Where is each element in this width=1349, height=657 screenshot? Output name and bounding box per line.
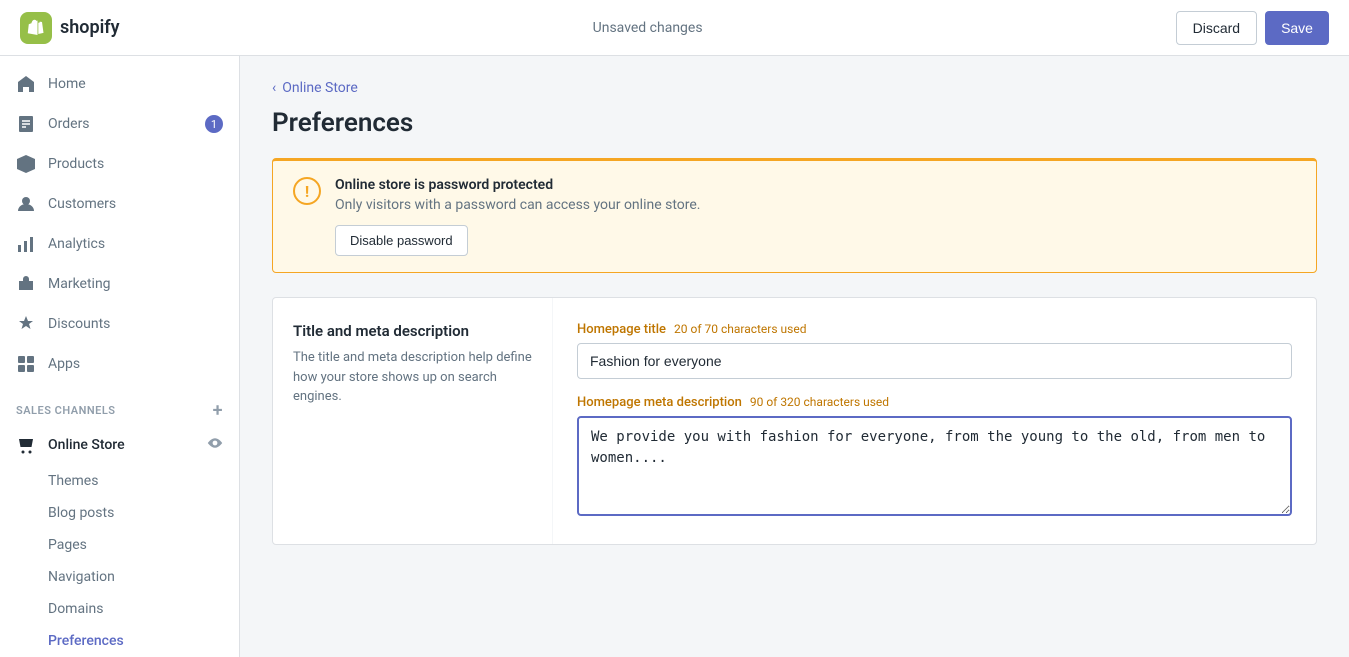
sidebar-item-marketing[interactable]: Marketing — [0, 264, 239, 304]
breadcrumb-parent: Online Store — [282, 80, 358, 96]
title-meta-section: Title and meta description The title and… — [272, 297, 1317, 545]
apps-icon — [16, 354, 36, 374]
sidebar-nav: Home Orders 1 Products — [0, 56, 239, 657]
sidebar-item-customers-label: Customers — [48, 196, 223, 212]
online-store-eye-icon[interactable] — [207, 435, 223, 455]
sidebar-item-discounts[interactable]: Discounts — [0, 304, 239, 344]
unsaved-status: Unsaved changes — [593, 20, 703, 36]
warning-description: Only visitors with a password can access… — [335, 197, 1296, 213]
sidebar-item-analytics[interactable]: Analytics — [0, 224, 239, 264]
main-content: ‹ Online Store Preferences ! Online stor… — [240, 56, 1349, 657]
sidebar-item-analytics-label: Analytics — [48, 236, 223, 252]
sidebar-item-apps-label: Apps — [48, 356, 223, 372]
sidebar-item-home-label: Home — [48, 76, 223, 92]
homepage-title-label-row: Homepage title 20 of 70 characters used — [577, 322, 1292, 337]
sidebar-item-apps[interactable]: Apps — [0, 344, 239, 384]
discounts-icon — [16, 314, 36, 334]
warning-content: Online store is password protected Only … — [335, 177, 1296, 256]
section-inner: Title and meta description The title and… — [273, 298, 1316, 544]
sidebar-item-online-store[interactable]: Online Store — [0, 425, 239, 465]
marketing-icon — [16, 274, 36, 294]
customers-icon — [16, 194, 36, 214]
shopify-logo-icon — [20, 12, 52, 44]
topbar: shopify Unsaved changes Discard Save — [0, 0, 1349, 56]
online-store-icon — [16, 435, 36, 455]
homepage-meta-label: Homepage meta description — [577, 395, 742, 410]
sidebar-item-themes[interactable]: Themes — [0, 465, 239, 497]
section-left: Title and meta description The title and… — [273, 298, 553, 544]
online-store-actions — [207, 435, 223, 455]
products-icon — [16, 154, 36, 174]
add-sales-channel-button[interactable]: + — [213, 400, 223, 421]
discard-button[interactable]: Discard — [1176, 11, 1257, 45]
sidebar-item-products[interactable]: Products — [0, 144, 239, 184]
home-icon — [16, 74, 36, 94]
homepage-meta-label-row: Homepage meta description 90 of 320 char… — [577, 395, 1292, 410]
homepage-meta-char-count: 90 of 320 characters used — [750, 395, 889, 409]
homepage-meta-textarea[interactable]: We provide you with fashion for everyone… — [577, 416, 1292, 516]
sidebar-item-orders[interactable]: Orders 1 — [0, 104, 239, 144]
homepage-title-label: Homepage title — [577, 322, 666, 337]
online-store-label: Online Store — [48, 437, 125, 453]
sidebar-item-customers[interactable]: Customers — [0, 184, 239, 224]
section-left-desc: The title and meta description help defi… — [293, 348, 532, 407]
homepage-title-char-count: 20 of 70 characters used — [674, 322, 806, 336]
topbar-logo: shopify — [20, 12, 120, 44]
online-store-subnav: Themes Blog posts Pages Navigation Domai… — [0, 465, 239, 657]
sidebar-item-domains[interactable]: Domains — [0, 593, 239, 625]
warning-icon: ! — [293, 177, 321, 205]
password-warning-banner: ! Online store is password protected Onl… — [272, 158, 1317, 273]
sidebar: Home Orders 1 Products — [0, 56, 240, 657]
sidebar-item-blog-posts[interactable]: Blog posts — [0, 497, 239, 529]
brand-name: shopify — [60, 17, 120, 38]
topbar-left: shopify — [20, 12, 120, 44]
analytics-icon — [16, 234, 36, 254]
sidebar-item-discounts-label: Discounts — [48, 316, 223, 332]
save-button[interactable]: Save — [1265, 11, 1329, 45]
sales-channels-heading: SALES CHANNELS + — [0, 384, 239, 425]
orders-icon — [16, 114, 36, 134]
breadcrumb[interactable]: ‹ Online Store — [272, 80, 1317, 96]
sidebar-item-pages[interactable]: Pages — [0, 529, 239, 561]
orders-badge: 1 — [205, 115, 223, 133]
sidebar-item-preferences[interactable]: Preferences — [0, 625, 239, 657]
sidebar-item-marketing-label: Marketing — [48, 276, 223, 292]
sidebar-item-home[interactable]: Home — [0, 64, 239, 104]
main-layout: Home Orders 1 Products — [0, 56, 1349, 657]
homepage-title-input[interactable] — [577, 343, 1292, 379]
section-left-title: Title and meta description — [293, 322, 532, 340]
sidebar-item-orders-label: Orders — [48, 116, 193, 132]
breadcrumb-chevron: ‹ — [272, 80, 276, 96]
sidebar-item-products-label: Products — [48, 156, 223, 172]
sidebar-item-navigation[interactable]: Navigation — [0, 561, 239, 593]
topbar-actions: Discard Save — [1176, 11, 1329, 45]
disable-password-button[interactable]: Disable password — [335, 225, 468, 256]
section-right: Homepage title 20 of 70 characters used … — [553, 298, 1316, 544]
warning-title: Online store is password protected — [335, 177, 1296, 193]
page-title: Preferences — [272, 108, 1317, 138]
